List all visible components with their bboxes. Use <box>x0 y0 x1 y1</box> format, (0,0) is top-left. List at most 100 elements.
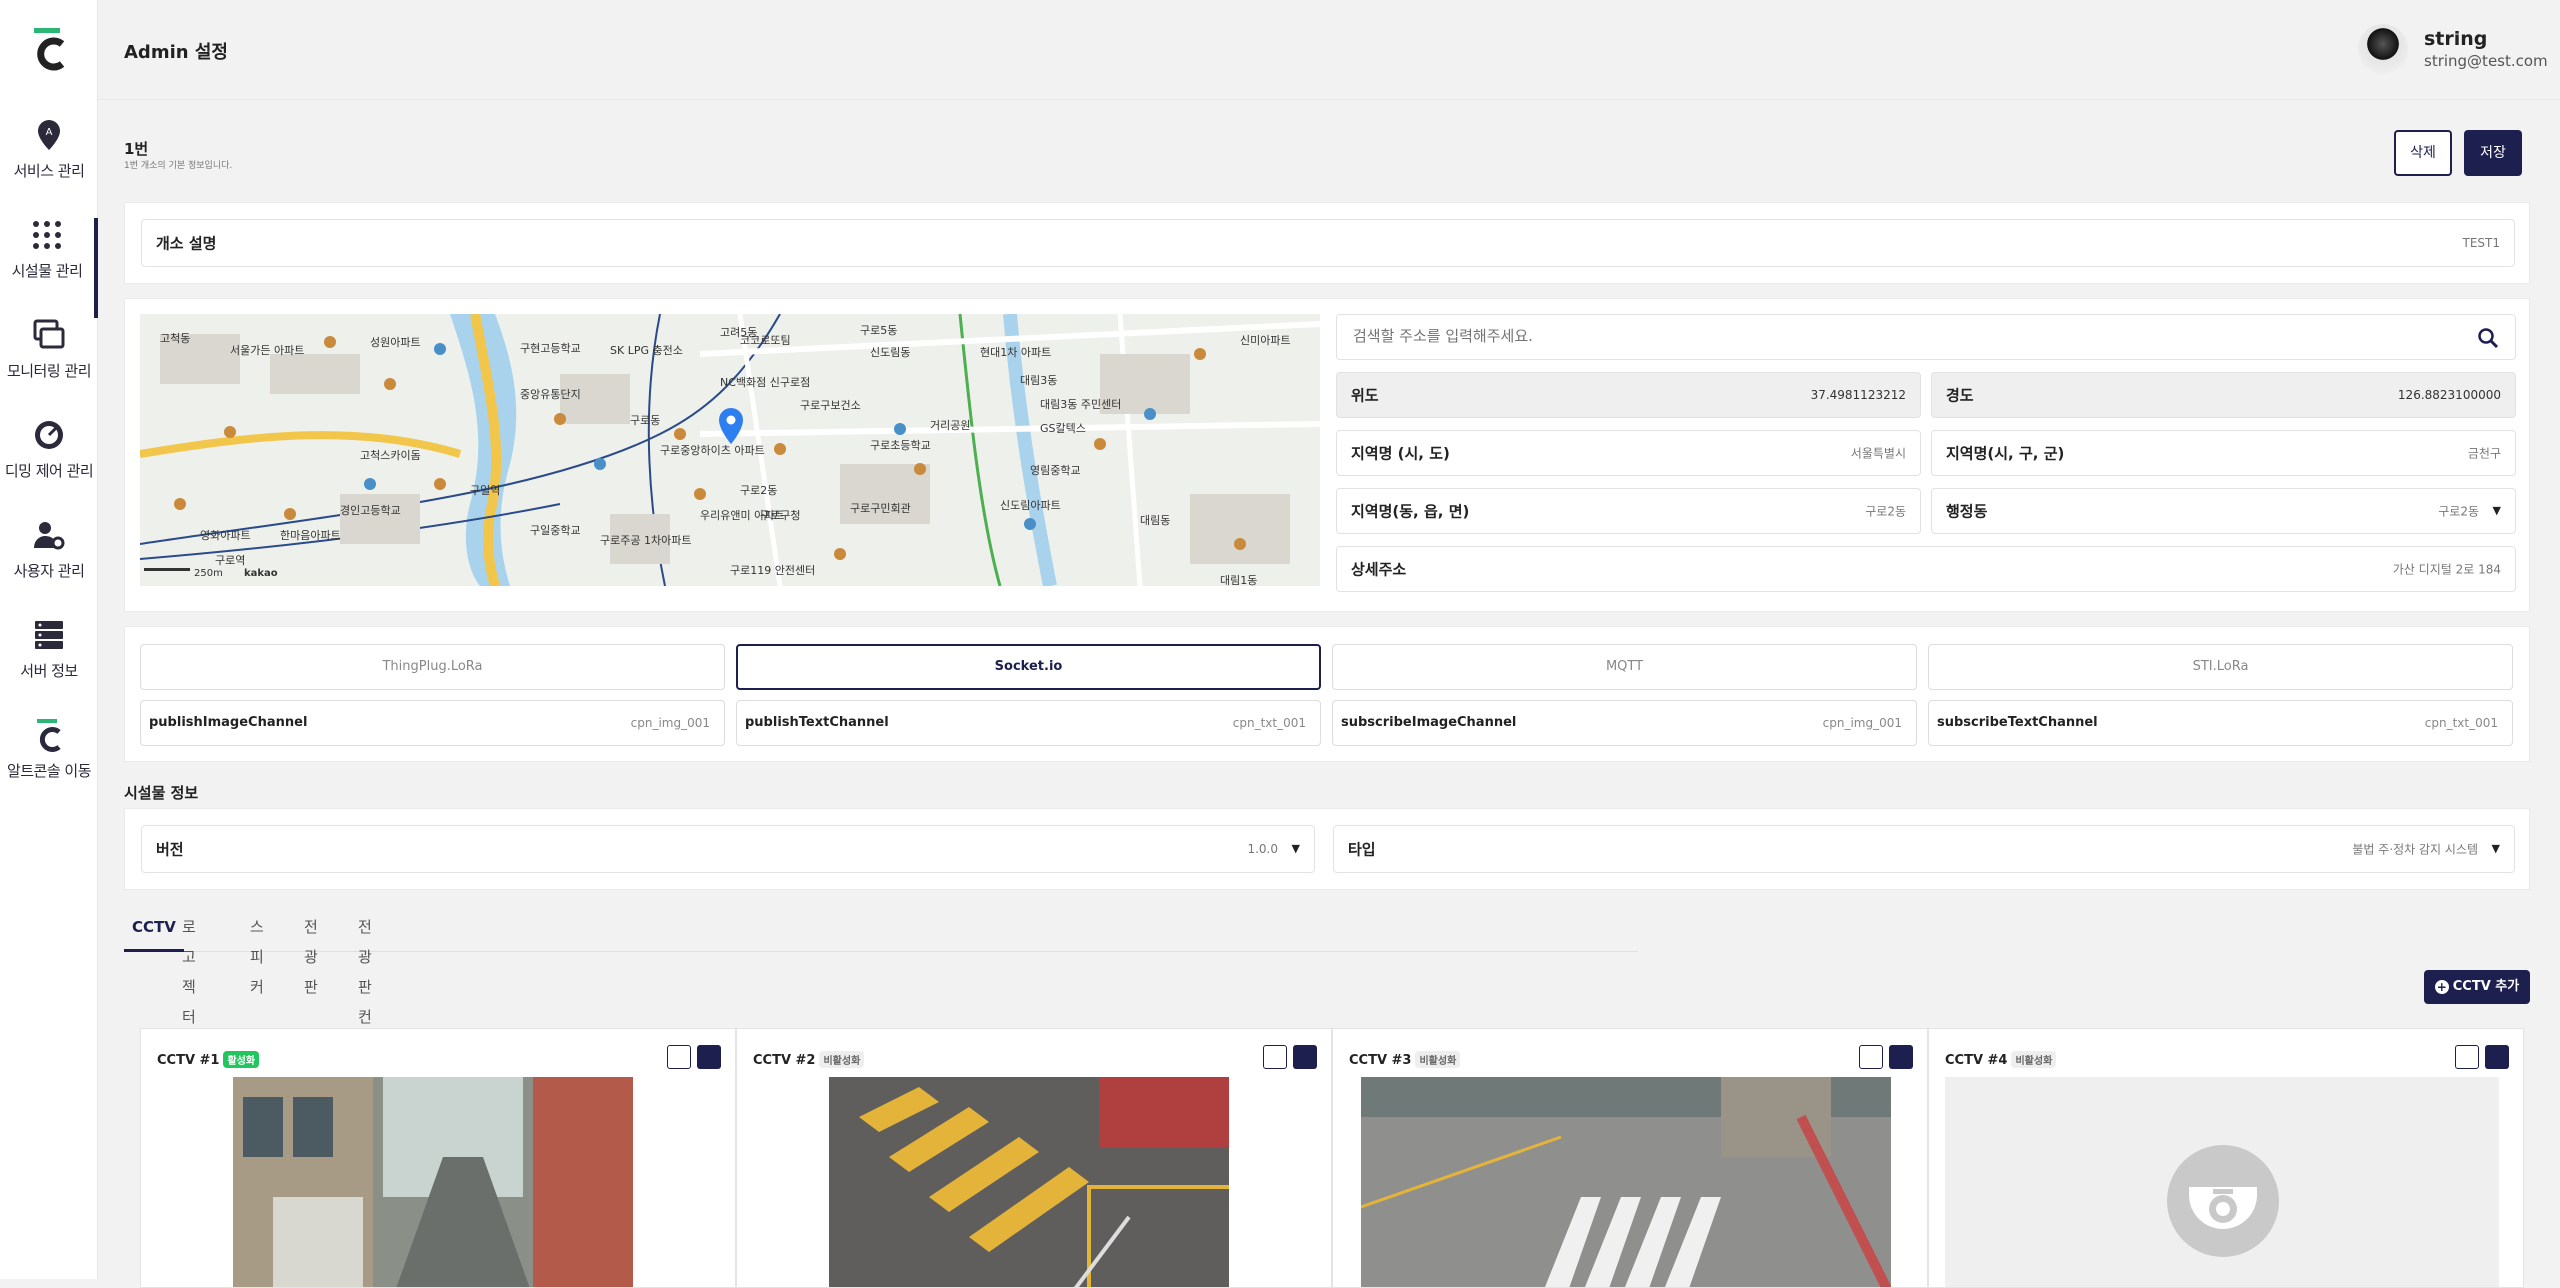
map-label: 고척스카이돔 <box>360 449 421 462</box>
sidebar-item-service[interactable]: A 서비스 관리 <box>0 118 98 218</box>
tab-divider <box>124 951 1638 952</box>
avatar[interactable] <box>2358 24 2408 74</box>
map-label: SK LPG 충전소 <box>610 344 683 357</box>
map-label: 대림3동 <box>1020 374 1057 387</box>
user-name: string <box>2424 28 2488 50</box>
sidebar-item-facility[interactable]: 시설물 관리 <box>0 218 98 318</box>
map-label: 구로2동 <box>740 484 777 497</box>
field-value: cpn_txt_001 <box>1232 716 1306 730</box>
sidebar-item-label: 서버 정보 <box>20 662 78 680</box>
latitude-field[interactable]: 위도 37.4981123212 <box>1336 372 1921 418</box>
image-icon[interactable] <box>1293 1045 1317 1069</box>
sidebar-item-label: 디밍 제어 관리 <box>4 462 94 480</box>
map-label: 구로주공 1차아파트 <box>600 534 691 547</box>
admin-dong-select[interactable]: 행정동 구로2동 ▼ <box>1931 488 2516 534</box>
cctv-camera-feed <box>1361 1077 1891 1287</box>
document-icon[interactable] <box>1859 1045 1883 1069</box>
cctv-title: CCTV #3 비활성화 <box>1349 1051 1461 1068</box>
detail-address-field[interactable]: 상세주소 가산 디지털 2로 184 <box>1336 546 2516 592</box>
cctv-name: CCTV #4 <box>1945 1053 2008 1068</box>
sidebar-item-label: 사용자 관리 <box>13 562 85 580</box>
sidebar-item-altconsole[interactable]: 알트콘솔 이동 <box>0 718 98 818</box>
sidebar-item-server[interactable]: 서버 정보 <box>0 618 98 718</box>
plus-circle-icon: + <box>2434 979 2449 994</box>
tab-billboard-content[interactable]: 전광판 컨텐츠 <box>358 912 372 1086</box>
sidebar-item-users[interactable]: 사용자 관리 <box>0 518 98 618</box>
search-icon[interactable] <box>2477 327 2499 349</box>
sidebar-item-monitoring[interactable]: 모니터링 관리 <box>0 318 98 418</box>
document-icon[interactable] <box>2455 1045 2479 1069</box>
document-icon[interactable] <box>667 1045 691 1069</box>
save-button[interactable]: 저장 <box>2464 130 2522 176</box>
sidebar-item-dimming[interactable]: 디밍 제어 관리 <box>0 418 98 518</box>
map-label: 영림중학교 <box>1030 464 1081 477</box>
cctv-camera-feed <box>233 1077 633 1287</box>
add-cctv-button[interactable]: + CCTV 추가 <box>2424 970 2530 1004</box>
address-search-input[interactable] <box>1353 327 2453 345</box>
field-value: cpn_txt_001 <box>2424 716 2498 730</box>
field-label: 지역명(동, 읍, 면) <box>1351 502 1470 521</box>
location-pin-icon: A <box>38 120 60 150</box>
field-value: cpn_img_001 <box>1822 716 1902 730</box>
site-card: 개소 설명 TEST1 <box>124 202 2530 284</box>
section-subtitle: 1번 개소의 기본 정보입니다. <box>124 161 233 171</box>
chevron-down-icon: ▼ <box>2491 842 2500 855</box>
channel-field[interactable]: subscribeImageChannel cpn_img_001 <box>1332 700 1917 746</box>
map-label: 중앙유통단지 <box>520 388 581 401</box>
cctv-card: CCTV #2 비활성화 <box>736 1028 1332 1288</box>
longitude-field[interactable]: 경도 126.8823100000 <box>1931 372 2516 418</box>
field-value: 불법 주·정차 감지 시스템 <box>2352 842 2478 857</box>
sidebar-item-label: 알트콘솔 이동 <box>6 762 92 780</box>
region3-field[interactable]: 지역명(동, 읍, 면) 구로2동 <box>1336 488 1921 534</box>
map-label: 영화아파트 <box>200 529 251 542</box>
cctv-placeholder <box>1945 1077 2499 1287</box>
image-icon[interactable] <box>1889 1045 1913 1069</box>
tab-speaker[interactable]: 스피커 <box>250 912 264 996</box>
protocol-socketio[interactable]: Socket.io <box>736 644 1321 690</box>
field-label: 타입 <box>1348 840 1376 859</box>
map-label: 우리유앤미 아파트 <box>700 509 784 522</box>
field-label: 지역명 (시, 도) <box>1351 444 1450 463</box>
address-search[interactable] <box>1336 314 2516 360</box>
app-logo-icon[interactable] <box>30 26 68 72</box>
image-icon[interactable] <box>2485 1045 2509 1069</box>
protocol-thingplug-lora[interactable]: ThingPlug.LoRa <box>140 644 725 690</box>
region2-field[interactable]: 지역명(시, 구, 군) 금천구 <box>1931 430 2516 476</box>
tab-logojector[interactable]: 로고젝터 <box>182 912 196 1026</box>
map-label: 거리공원 <box>930 419 970 432</box>
channel-field[interactable]: publishImageChannel cpn_img_001 <box>140 700 725 746</box>
field-value: 1.0.0 <box>1247 842 1278 856</box>
monitors-icon <box>33 319 65 349</box>
protocol-sti-lora[interactable]: STI.LoRa <box>1928 644 2513 690</box>
map-label: 구로119 안전센터 <box>730 564 815 577</box>
status-badge: 활성화 <box>223 1051 260 1068</box>
version-select[interactable]: 버전 1.0.0 ▼ <box>141 825 1315 873</box>
type-select[interactable]: 타입 불법 주·정차 감지 시스템 ▼ <box>1333 825 2515 873</box>
field-value: 금천구 <box>2467 446 2501 461</box>
tab-cctv[interactable]: CCTV <box>124 912 184 952</box>
user-settings-icon <box>34 522 65 550</box>
field-label: 개소 설명 <box>156 234 217 253</box>
map-canvas[interactable]: 고려5동고척동신도림동 현대1차 아파트대림3동구로5동서울가든 아파트성원아파트… <box>140 314 1320 586</box>
altconsole-logo-icon <box>37 719 61 752</box>
map-label: 구로구보건소 <box>800 399 861 412</box>
channel-field[interactable]: publishTextChannel cpn_txt_001 <box>736 700 1321 746</box>
channel-field[interactable]: subscribeTextChannel cpn_txt_001 <box>1928 700 2513 746</box>
map-label: GS칼텍스 <box>1040 422 1086 435</box>
delete-button[interactable]: 삭제 <box>2394 130 2452 176</box>
map[interactable]: 고려5동 고척동 신도림동 현대1차 아파트 대림3동 구로5동 서울가든 아파트 성원아파트… <box>140 314 1320 586</box>
map-label: 구로동 <box>630 414 660 427</box>
image-icon[interactable] <box>697 1045 721 1069</box>
dimming-gauge-icon <box>35 421 63 449</box>
protocol-mqtt[interactable]: MQTT <box>1332 644 1917 690</box>
map-label: 신도림동 <box>870 346 910 359</box>
field-value: 서울특별시 <box>1850 446 1906 461</box>
field-value: 구로2동 <box>1865 504 1906 519</box>
document-icon[interactable] <box>1263 1045 1287 1069</box>
facility-card: 버전 1.0.0 ▼ 타입 불법 주·정차 감지 시스템 ▼ <box>124 808 2530 890</box>
field-label: publishTextChannel <box>745 715 889 730</box>
region1-field[interactable]: 지역명 (시, 도) 서울특별시 <box>1336 430 1921 476</box>
site-description-field[interactable]: 개소 설명 TEST1 <box>141 219 2515 267</box>
tab-billboard[interactable]: 전광판 <box>304 912 318 996</box>
status-badge: 비활성화 <box>2011 1051 2057 1068</box>
